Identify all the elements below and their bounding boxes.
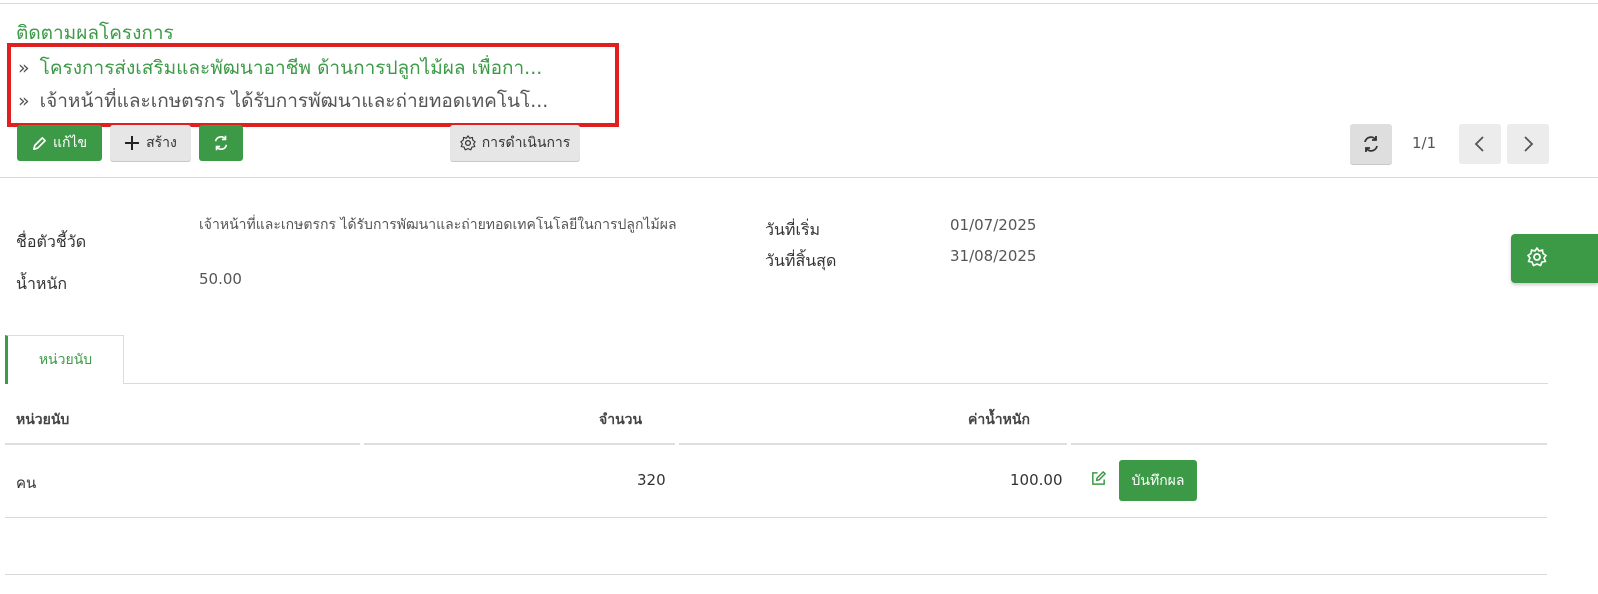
- column-header-weight[interactable]: ค่าน้ำหนัก: [968, 409, 1030, 431]
- cell-weight: 100.00: [1010, 471, 1063, 489]
- action-menu-label: การดำเนินการ: [481, 135, 571, 151]
- end-date-value: 31/08/2025: [950, 247, 1037, 265]
- start-date-label: วันที่เริ่ม: [765, 220, 821, 239]
- header-divider: [679, 443, 1067, 445]
- chevron-left-icon: [1473, 135, 1487, 153]
- double-chevron-right-icon: »: [18, 90, 30, 112]
- plus-icon: [124, 135, 140, 151]
- weight-value: 50.00: [199, 270, 242, 288]
- cell-unit: คน: [16, 474, 37, 492]
- bottom-divider: [5, 574, 1547, 575]
- indicator-value: เจ้าหน้าที่และเกษตรกร ได้รับการพัฒนาและถ…: [199, 217, 677, 233]
- create-label: สร้าง: [146, 135, 177, 151]
- edit-row-icon[interactable]: [1090, 470, 1107, 491]
- edit-button[interactable]: แก้ไข: [17, 125, 102, 161]
- indicator-label: ชื่อตัวชี้วัด: [16, 232, 87, 251]
- sync-icon: [1361, 134, 1381, 154]
- reload-records-button[interactable]: [1350, 124, 1392, 164]
- tab-bar-divider: [124, 383, 1548, 384]
- gear-icon: [459, 135, 476, 151]
- breadcrumb-item-indicator: » เจ้าหน้าที่และเกษตรกร ได้รับการพัฒนาและ…: [18, 88, 608, 114]
- weight-label: น้ำหนัก: [16, 274, 68, 293]
- pager-counter: 1/1: [1412, 134, 1437, 152]
- header-divider: [1071, 443, 1547, 445]
- breadcrumb-item-label: เจ้าหน้าที่และเกษตรกร ได้รับการพัฒนาและถ…: [39, 90, 549, 112]
- action-menu-button[interactable]: การดำเนินการ: [450, 125, 580, 161]
- refresh-icon: [212, 134, 230, 152]
- edit-label: แก้ไข: [52, 135, 88, 151]
- gear-icon: [1527, 246, 1547, 271]
- next-record-button[interactable]: [1507, 124, 1549, 164]
- toolbar-divider: [0, 177, 1598, 178]
- end-date-label: วันที่สิ้นสุด: [765, 251, 837, 270]
- column-header-unit[interactable]: หน่วยนับ: [16, 409, 69, 431]
- refresh-button[interactable]: [199, 125, 243, 161]
- column-header-amount[interactable]: จำนวน: [599, 409, 642, 431]
- header-divider: [5, 443, 360, 445]
- cell-amount: 320: [637, 471, 666, 489]
- row-divider: [5, 517, 1547, 518]
- previous-record-button[interactable]: [1459, 124, 1501, 164]
- top-border: [0, 3, 1598, 4]
- start-date-value: 01/07/2025: [950, 216, 1037, 234]
- create-button[interactable]: สร้าง: [110, 125, 191, 161]
- tab-unit[interactable]: หน่วยนับ: [5, 335, 124, 384]
- double-chevron-right-icon: »: [18, 57, 30, 79]
- breadcrumb-item-project[interactable]: » โครงการส่งเสริมและพัฒนาอาชีพ ด้านการปลู…: [18, 55, 608, 81]
- breadcrumb-item-label: โครงการส่งเสริมและพัฒนาอาชีพ ด้านการปลูก…: [39, 57, 543, 79]
- header-divider: [364, 443, 675, 445]
- pencil-icon: [32, 136, 47, 151]
- settings-side-button[interactable]: [1511, 234, 1598, 283]
- record-result-button[interactable]: บันทึกผล: [1119, 460, 1197, 501]
- chevron-right-icon: [1521, 135, 1535, 153]
